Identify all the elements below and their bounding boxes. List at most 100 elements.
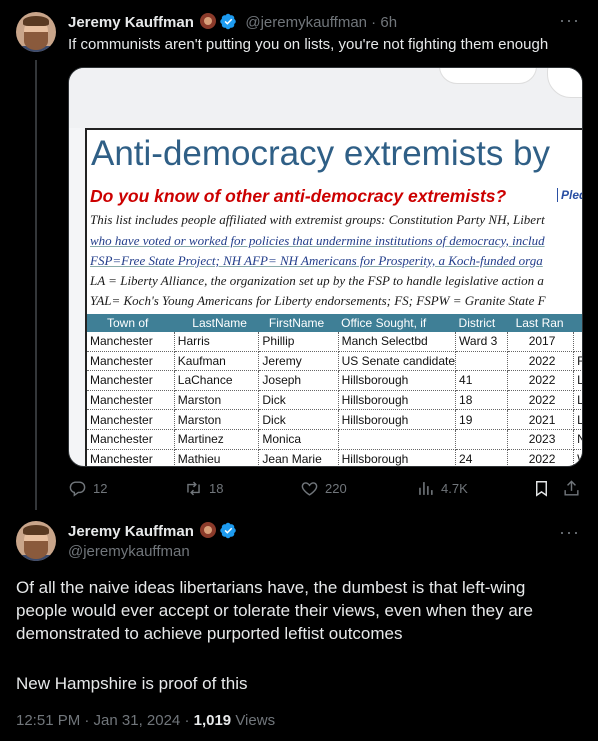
emoji-badge-icon [199, 13, 216, 29]
table-header: Town of [87, 314, 175, 332]
separator-dot: · [367, 14, 381, 31]
table-cell: Manch Selectbd [338, 332, 457, 352]
table-header: Office Sought, if [338, 314, 456, 332]
bookmark-icon [536, 481, 547, 497]
tweet-actions: 12 18 220 4.7K [68, 479, 581, 499]
document-title: Anti-democracy extremists by [91, 134, 551, 173]
table-cell: Hillsborough [338, 449, 457, 466]
table-cell [455, 351, 509, 372]
table-cell: Jeremy [258, 351, 339, 372]
table-cell: Libe [573, 409, 582, 430]
tweet-image[interactable]: Anti-democracy extremists by Do you know… [68, 67, 583, 467]
more-icon[interactable]: ··· [559, 10, 580, 31]
share-icon [564, 480, 579, 496]
table-row: Manchester LaChance Joseph Hillsborough 41 20… [87, 370, 582, 391]
table-cell [573, 332, 582, 352]
verified-icon [220, 522, 236, 539]
table-cell: LaChance [174, 370, 260, 391]
share-button[interactable] [562, 479, 581, 498]
tweet-body: Of all the naive ideas libertarians have… [16, 578, 533, 643]
table-cell: 2022 [507, 370, 575, 391]
like-button[interactable]: 220 [300, 479, 347, 498]
reply-count: 12 [93, 481, 108, 496]
table-cell: 2023 [507, 429, 575, 450]
table-cell: Manchester [87, 351, 175, 372]
table-cell: 18 [455, 390, 509, 411]
table-cell: Dick [258, 390, 339, 411]
emoji-badge-icon [199, 522, 216, 538]
table-cell: US Senate candidate [338, 351, 457, 372]
table-cell: Marston [174, 390, 260, 411]
document-line: FSP=Free State Project; NH AFP= NH Ameri… [90, 253, 543, 268]
table-cell: FSP [573, 351, 582, 372]
table-row: Manchester Mathieu Jean Marie Hillsborough 2… [87, 449, 582, 466]
table-cell: Phillip [258, 332, 339, 352]
handle[interactable]: @jeremykauffman [245, 14, 367, 31]
views-icon [419, 482, 433, 495]
table-header: FirstName [258, 314, 339, 332]
table-cell: Monica [258, 429, 339, 450]
document-photo: Anti-democracy extremists by Do you know… [85, 128, 582, 466]
tweet-view-count: 1,019 [193, 712, 232, 729]
display-name[interactable]: Jeremy Kauffman [68, 14, 194, 31]
table-cell: Harris [174, 332, 260, 352]
like-count: 220 [325, 481, 347, 496]
table-row: Manchester Harris Phillip Manch Selectbd War… [87, 332, 582, 352]
reply-icon [69, 481, 86, 497]
table-cell: Hillsborough [338, 390, 457, 411]
tweet-meta: 12:51 PM · Jan 31, 2024 · 1,019 Views [16, 712, 275, 729]
document-table: Town of LastName FirstName Office Sought… [87, 314, 582, 466]
table-cell: Hillsborough [338, 370, 457, 391]
tweet-timestamp[interactable]: 12:51 PM · Jan 31, 2024 · [16, 712, 194, 729]
document-line: LA = Liberty Alliance, the organization … [90, 273, 544, 288]
avatar[interactable] [16, 12, 56, 52]
avatar[interactable] [16, 521, 56, 561]
handle[interactable]: @jeremykauffman [68, 543, 190, 560]
tweet-header: Jeremy Kauffman [68, 522, 237, 541]
table-cell: Mathieu [174, 449, 260, 466]
thread-connector-line [35, 60, 37, 510]
table-header [573, 314, 582, 332]
table-cell: Ward 3 [455, 332, 509, 352]
table-cell: Jean Marie [258, 449, 339, 466]
table-row: ManchesterMarstonDickHillsborough182022L… [87, 390, 582, 411]
table-cell: 2021 [507, 409, 575, 430]
table-cell [338, 429, 457, 450]
table-cell: 19 [455, 409, 509, 430]
table-cell: Kaufman [174, 351, 260, 372]
reply-button[interactable]: 12 [68, 479, 107, 498]
table-row: Manchester Kaufman Jeremy US Senate candida… [87, 351, 582, 372]
views-label: Views [235, 712, 276, 729]
table-row: ManchesterMarstonDickHillsborough192021L… [87, 409, 582, 430]
display-name[interactable]: Jeremy Kauffman [68, 523, 194, 540]
table-cell: Manchester [87, 429, 175, 450]
table-cell: Manchester [87, 370, 175, 391]
timestamp-relative[interactable]: 6h [380, 14, 397, 31]
document-line: YAL= Koch's Young Americans for Liberty … [90, 293, 546, 308]
table-cell: 41 [455, 370, 509, 391]
views-count: 4.7K [441, 481, 468, 496]
table-cell: NH [573, 429, 582, 450]
repost-icon [187, 481, 200, 496]
table-header: Last Ran [507, 314, 574, 332]
tweet-header: Jeremy Kauffman @jeremykauffman · 6h [68, 13, 397, 32]
table-cell: 2017 [507, 332, 575, 352]
table-cell: Manchester [87, 449, 175, 466]
table-cell: 2022 [507, 449, 575, 466]
table-cell: Dick [258, 409, 339, 430]
table-cell: Libe [573, 370, 582, 391]
more-icon[interactable]: ··· [559, 522, 580, 543]
verified-icon [220, 13, 236, 30]
table-cell: Marston [174, 409, 260, 430]
table-cell: Martinez [174, 429, 260, 450]
repost-button[interactable]: 18 [184, 479, 223, 498]
document-line: who have voted or worked for policies th… [90, 233, 545, 248]
table-header: LastName [174, 314, 259, 332]
document-pledge-link: Pled [557, 188, 582, 202]
bookmark-button[interactable] [532, 479, 551, 498]
views-button[interactable]: 4.7K [416, 479, 468, 498]
table-cell: Manchester [87, 332, 175, 352]
table-cell: Hillsborough [338, 409, 457, 430]
table-cell: 2022 [507, 390, 575, 411]
table-cell [455, 429, 509, 450]
